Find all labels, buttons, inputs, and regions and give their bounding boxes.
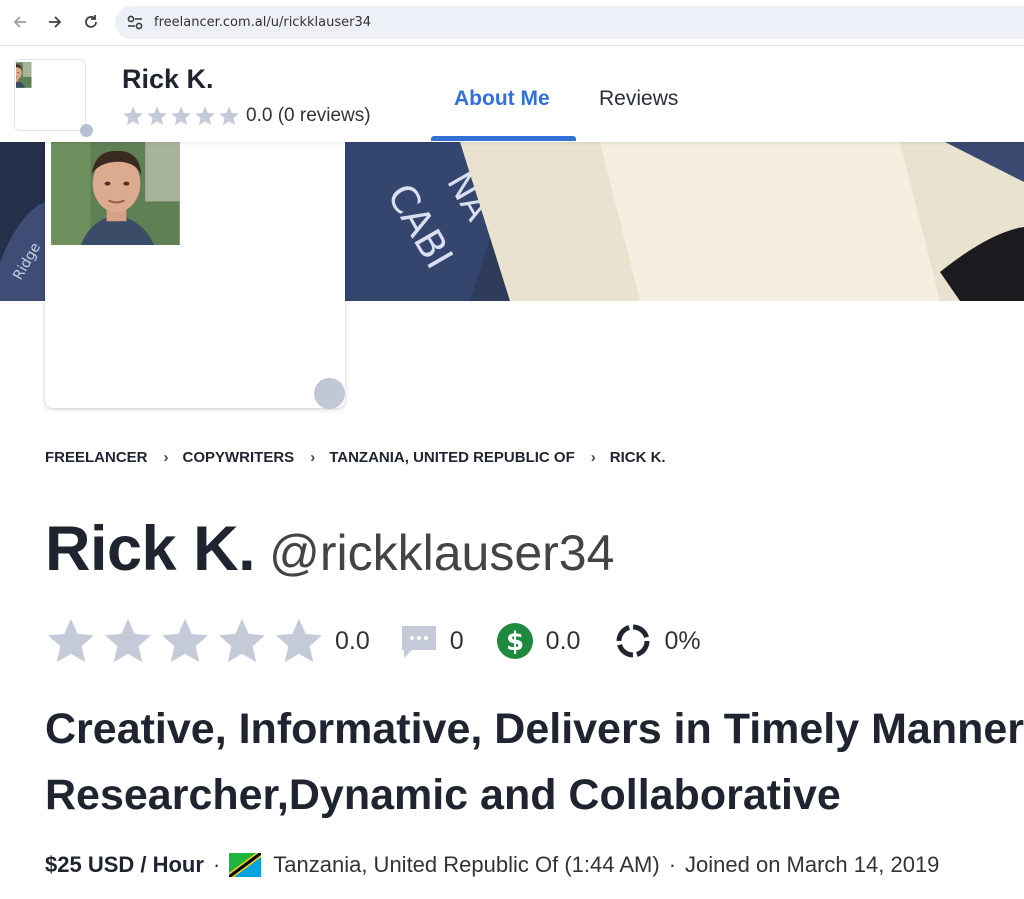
url-text[interactable]: freelancer.com.al/u/rickklauser34 (154, 15, 371, 30)
separator-dot: · (212, 852, 221, 877)
chevron-right-icon: › (310, 449, 316, 466)
hourly-rate: $25 USD / Hour (45, 852, 204, 877)
header-name: Rick K. (122, 64, 214, 94)
profile-tagline: Creative, Informative, Delivers in Timel… (45, 705, 1024, 819)
chevron-right-icon: › (163, 449, 169, 466)
dollar-icon: $ (496, 623, 533, 659)
star-icon (216, 615, 268, 667)
arrow-right-icon[interactable] (42, 9, 68, 35)
separator-dot: · (668, 852, 677, 877)
star-icon (159, 615, 211, 667)
star-icon (218, 105, 240, 127)
header-rating: 0.0 (0 reviews) (122, 105, 371, 127)
star-icon (194, 105, 216, 127)
address-bar[interactable]: freelancer.com.al/u/rickklauser34 (115, 6, 1024, 39)
breadcrumb: FREELANCER › COPYWRITERS › TANZANIA, UNI… (45, 449, 666, 466)
avatar (16, 60, 48, 92)
header-rating-text: 0.0 (0 reviews) (246, 105, 371, 126)
rating-value: 0.0 (335, 626, 370, 655)
svg-text:$: $ (506, 627, 524, 657)
username: @rickklauser34 (269, 525, 615, 581)
status-dot (80, 124, 93, 137)
location: Tanzania, United Republic Of (1:44 AM) (273, 852, 660, 877)
header-avatar-frame[interactable] (14, 59, 86, 131)
tab-reviews[interactable]: Reviews (599, 87, 678, 111)
sticky-profile-header: Rick K. 0.0 (0 reviews) About Me Reviews (0, 47, 1024, 142)
earnings-score: 0.0 (545, 626, 581, 655)
active-tab-indicator (431, 136, 576, 141)
star-icon (273, 615, 325, 667)
breadcrumb-item-copywriters[interactable]: COPYWRITERS (183, 449, 295, 466)
chevron-right-icon: › (590, 449, 596, 466)
profile-details: $25 USD / Hour · Tanzania, United Republ… (45, 852, 939, 878)
star-icon (102, 615, 154, 667)
star-icon (45, 615, 97, 667)
star-icon (170, 105, 192, 127)
star-icon (122, 105, 144, 127)
browser-toolbar: freelancer.com.al/u/rickklauser34 (0, 0, 1024, 46)
joined-date: Joined on March 14, 2019 (685, 852, 940, 877)
breadcrumb-item-freelancer[interactable]: FREELANCER (45, 449, 148, 466)
star-rating (122, 105, 242, 127)
completion-rate: 0% (664, 626, 701, 655)
site-settings-icon[interactable] (126, 14, 144, 31)
star-icon (146, 105, 168, 127)
display-name: Rick K. (45, 514, 256, 584)
avatar-card[interactable] (45, 130, 345, 409)
profile-photo (51, 142, 180, 245)
page-title: Rick K. @rickklauser34 (45, 513, 614, 585)
tab-about-me[interactable]: About Me (454, 87, 550, 111)
stats-row: 0.0 0 $ 0.0 0% (45, 613, 701, 669)
star-rating (45, 615, 330, 667)
breadcrumb-item-country[interactable]: TANZANIA, UNITED REPUBLIC OF (329, 449, 575, 466)
reviews-count: 0 (449, 626, 464, 655)
arrow-left-icon[interactable] (7, 9, 33, 35)
comment-icon (401, 626, 436, 658)
tanzania-flag-icon (229, 853, 262, 877)
online-status-dot (314, 378, 345, 409)
completion-ring-icon (616, 624, 650, 658)
reload-icon[interactable] (78, 9, 104, 35)
breadcrumb-item-current: RICK K. (609, 449, 666, 466)
